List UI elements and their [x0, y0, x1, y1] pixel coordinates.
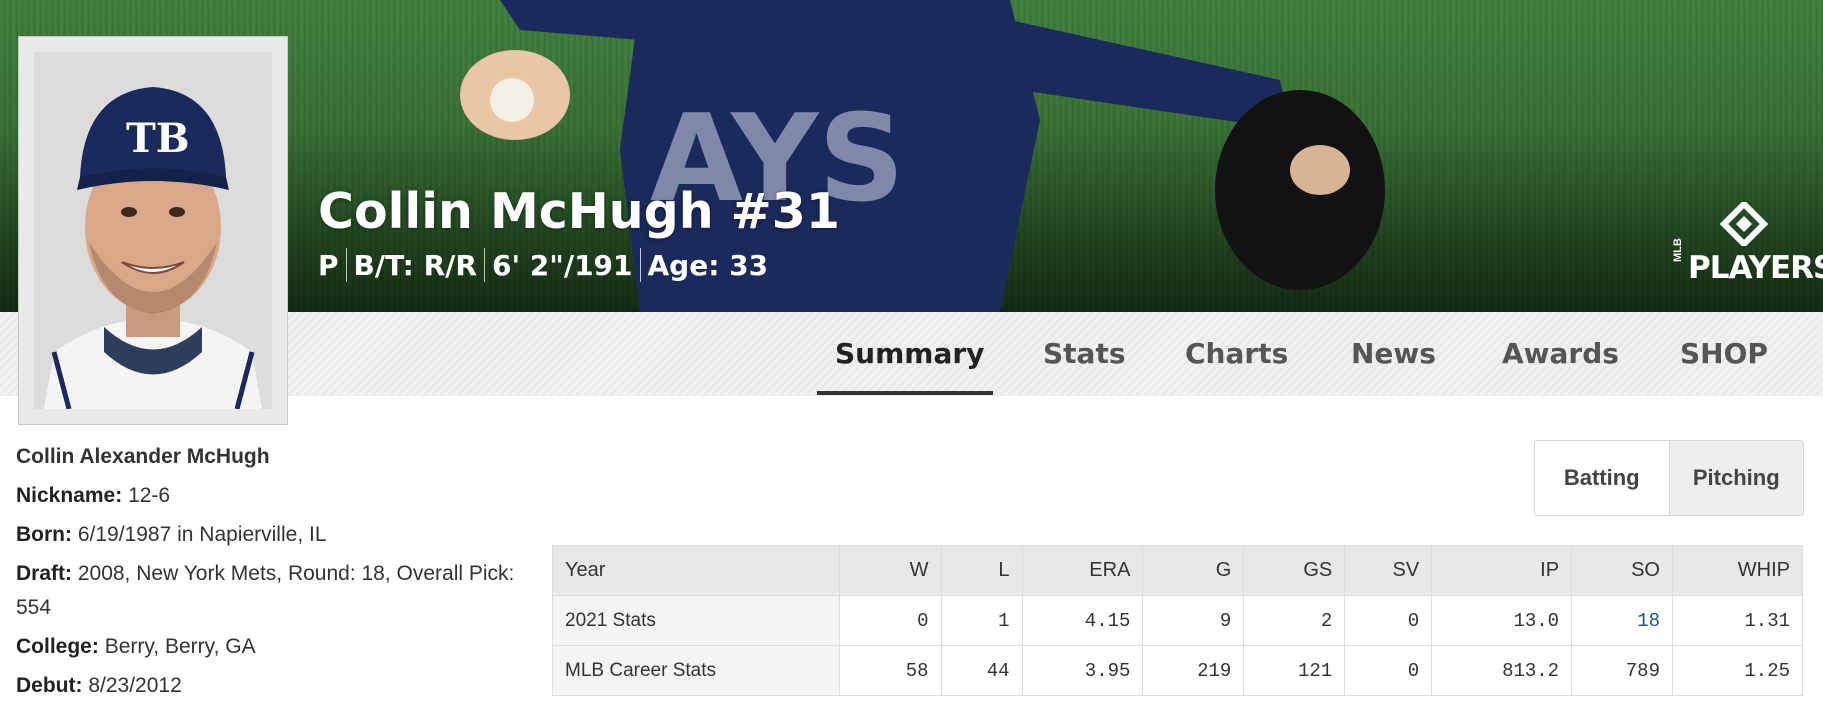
player-name-title: Collin McHugh #31: [318, 183, 840, 240]
tab-stats[interactable]: Stats: [1043, 312, 1126, 396]
table-cell: 0: [838, 595, 942, 646]
diamond-icon: [1720, 202, 1768, 246]
table-cell: 219: [1142, 645, 1245, 696]
table-cell: 2: [1243, 595, 1346, 646]
table-header-row: Year W L ERA G GS SV IP SO WHIP: [552, 545, 1803, 596]
column-header[interactable]: SV: [1344, 545, 1433, 596]
vital-position: P: [318, 248, 339, 282]
bio-label: Debut:: [16, 674, 83, 697]
tab-awards[interactable]: Awards: [1502, 312, 1619, 396]
table-cell: 58: [838, 645, 942, 696]
active-tab-indicator: [817, 391, 993, 395]
strikeouts-link[interactable]: 18: [1571, 595, 1673, 646]
column-header[interactable]: G: [1142, 545, 1245, 596]
bio-value: 8/23/2012: [88, 674, 182, 697]
table-cell: 3.95: [1021, 645, 1144, 696]
table-cell: 2021 Stats: [552, 595, 840, 646]
column-header[interactable]: GS: [1243, 545, 1346, 596]
tab-news[interactable]: News: [1351, 312, 1436, 396]
bio-nickname: Nickname: 12-6: [16, 479, 516, 513]
bio-label: Draft:: [16, 562, 72, 585]
table-cell: 789: [1571, 645, 1673, 696]
svg-text:TB: TB: [126, 115, 190, 162]
table-cell: 1.31: [1672, 595, 1803, 646]
column-header[interactable]: IP: [1431, 545, 1573, 596]
table-cell: 0: [1344, 645, 1433, 696]
stats-table: Year W L ERA G GS SV IP SO WHIP 2021 Sta…: [552, 545, 1803, 696]
table-cell: MLB Career Stats: [552, 645, 840, 696]
vital-age: Age: 33: [647, 248, 769, 282]
table-row: 2021 Stats 0 1 4.15 9 2 0 13.0 18 1.31: [552, 595, 1803, 646]
bio-college: College: Berry, Berry, GA: [16, 630, 516, 664]
bio-born: Born: 6/19/1987 in Napierville, IL: [16, 518, 516, 552]
mlb-players-logo-icon[interactable]: MLB PLAYERS: [1672, 202, 1823, 288]
tab-shop[interactable]: SHOP: [1680, 312, 1768, 396]
table-cell: 44: [940, 645, 1023, 696]
column-header[interactable]: ERA: [1021, 545, 1144, 596]
stat-type-toggle: Batting Pitching: [1534, 440, 1804, 516]
table-cell: 0: [1344, 595, 1433, 646]
bio-value: Berry, Berry, GA: [104, 635, 256, 658]
pitching-button[interactable]: Pitching: [1668, 441, 1803, 515]
table-cell: 4.15: [1021, 595, 1144, 646]
column-header[interactable]: W: [838, 545, 942, 596]
tab-summary[interactable]: Summary: [835, 312, 984, 396]
vital-bats-throws: B/T: R/R: [353, 248, 477, 282]
column-header[interactable]: L: [940, 545, 1023, 596]
table-cell: 1: [940, 595, 1023, 646]
column-header[interactable]: WHIP: [1672, 545, 1803, 596]
vital-divider: [639, 248, 641, 282]
vital-height-weight: 6' 2"/191: [491, 248, 633, 282]
tab-charts[interactable]: Charts: [1185, 312, 1288, 396]
table-cell: 9: [1142, 595, 1245, 646]
table-cell: 13.0: [1431, 595, 1573, 646]
logo-players-text: PLAYERS: [1688, 250, 1823, 286]
bio-full-name: Collin Alexander McHugh: [16, 445, 270, 468]
vital-divider: [345, 248, 347, 282]
bio-label: Nickname:: [16, 484, 123, 507]
bio-label: College:: [16, 635, 99, 658]
player-bio: Collin Alexander McHugh Nickname: 12-6 B…: [16, 440, 516, 708]
table-cell: 1.25: [1672, 645, 1803, 696]
bio-debut: Debut: 8/23/2012: [16, 669, 516, 703]
table-cell: 813.2: [1431, 645, 1573, 696]
table-cell: 121: [1243, 645, 1346, 696]
logo-mlb-text: MLB: [1672, 238, 1684, 262]
headshot-frame: TB: [18, 36, 288, 425]
bio-value: 2008, New York Mets, Round: 18, Overall …: [16, 562, 515, 619]
vital-divider: [483, 248, 485, 282]
table-row: MLB Career Stats 58 44 3.95 219 121 0 81…: [552, 645, 1803, 696]
headshot-image: TB: [34, 52, 272, 409]
column-header[interactable]: SO: [1571, 545, 1673, 596]
bio-draft: Draft: 2008, New York Mets, Round: 18, O…: [16, 557, 516, 625]
batting-button[interactable]: Batting: [1535, 441, 1669, 515]
bio-label: Born:: [16, 523, 72, 546]
player-vitals: P B/T: R/R 6' 2"/191 Age: 33: [318, 248, 768, 282]
bio-value: 12-6: [128, 484, 171, 507]
bio-value: 6/19/1987 in Napierville, IL: [77, 523, 327, 546]
column-header[interactable]: Year: [552, 545, 840, 596]
